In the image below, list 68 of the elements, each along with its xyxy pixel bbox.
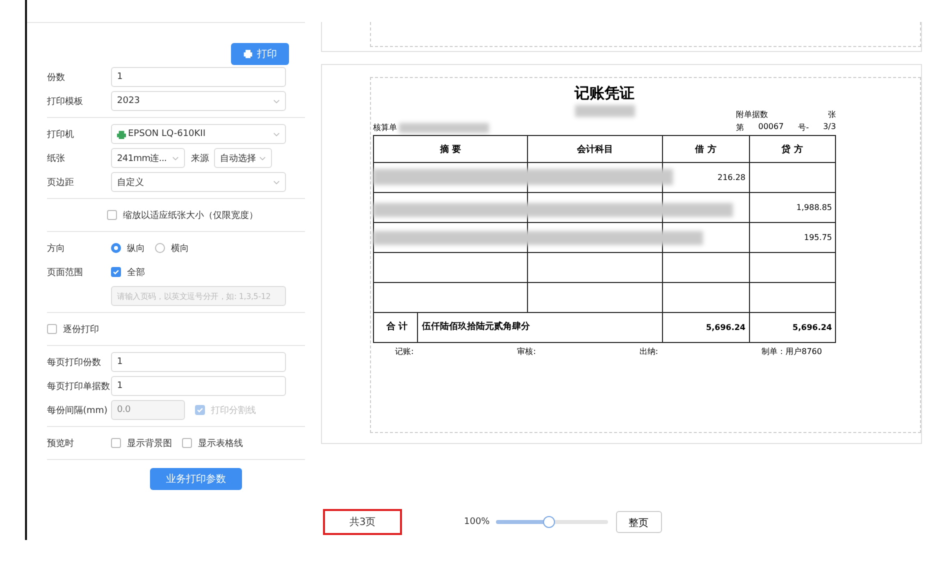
printer-select[interactable]: EPSON LQ-610KII (111, 124, 286, 144)
table-cell: 195.75 (749, 222, 836, 252)
signature-label: 制单：用户8760 (762, 346, 822, 357)
radio-label: 纵向 (127, 242, 145, 254)
paper-select[interactable]: 241mm连... (111, 148, 185, 168)
checkbox-label: 逐份打印 (63, 324, 99, 336)
chevron-icon (273, 180, 280, 184)
field-label: 每页打印单据数 (47, 380, 111, 392)
voucher-title: 记账凭证 (573, 84, 636, 103)
field-label: 预览时 (47, 438, 75, 450)
radio-label: 横向 (171, 242, 189, 254)
voucher-number: 00067 (758, 122, 784, 133)
chevron-icon (273, 98, 280, 104)
signature-label: 审核: (517, 346, 536, 357)
signature-label: 出纳: (639, 346, 658, 357)
column-header: 借 方 (662, 136, 749, 162)
amount-in-words: 伍仟陆佰玖拾陆元贰角肆分 (422, 322, 530, 332)
field-label: 份数 (47, 72, 66, 84)
chevron-icon (259, 156, 266, 160)
unit-label: 核算单 (373, 122, 397, 133)
fit-page-button[interactable]: 整页 (616, 511, 662, 533)
column-header: 摘 要 (374, 136, 528, 162)
field-label: 打印模板 (47, 96, 84, 108)
copies-per-page-input[interactable]: 1 (111, 352, 286, 372)
checkbox-label: 打印分割线 (211, 404, 256, 416)
page-count: 共3页 (323, 509, 402, 535)
checkbox[interactable] (182, 438, 192, 448)
table-cell: 5,696.24 (749, 312, 836, 342)
checkbox-label: 显示表格线 (198, 438, 243, 450)
checkbox[interactable] (47, 324, 57, 334)
source-select[interactable]: 自动选择 (214, 148, 272, 168)
table-cell: 5,696.24 (662, 312, 749, 342)
blurred-area (574, 105, 634, 117)
chevron-icon (172, 156, 179, 160)
field-label: 每页打印份数 (47, 356, 102, 368)
checkbox[interactable] (111, 267, 121, 277)
total-label: 合 计 (377, 313, 418, 342)
zoom-value: 100% (464, 517, 490, 527)
checkbox[interactable] (111, 438, 121, 448)
slider-handle[interactable] (543, 516, 556, 528)
template-select[interactable]: 2023 (111, 91, 286, 111)
column-header: 贷 方 (749, 136, 836, 162)
page-index: 3/3 (823, 122, 836, 133)
radio-button[interactable] (111, 243, 121, 253)
checkbox-label: 显示背景图 (127, 438, 172, 450)
checkbox[interactable] (195, 405, 205, 415)
field-label: 纸张 (47, 152, 66, 164)
margin-select[interactable]: 自定义 (111, 172, 286, 192)
checkbox[interactable] (107, 210, 117, 220)
signature-label: 记账: (395, 346, 414, 357)
field-label: 页边距 (47, 176, 75, 188)
number-suffix: 号- (798, 122, 809, 133)
documents-per-page-input[interactable]: 1 (111, 376, 286, 396)
attachments-label: 附单据数 (736, 109, 768, 120)
chevron-icon (273, 132, 280, 136)
field-label: 每份间隔(mm) (47, 404, 109, 416)
column-header: 会计科目 (528, 136, 662, 162)
table-cell: 1,988.85 (749, 192, 836, 222)
field-label: 页面范围 (47, 266, 84, 278)
checkbox-label: 全部 (127, 266, 145, 278)
field-label: 打印机 (47, 128, 75, 140)
field-label: 来源 (191, 152, 209, 164)
radio-button[interactable] (155, 243, 165, 253)
checkbox-label: 缩放以适应纸张大小（仅限宽度） (123, 210, 258, 222)
copies-input[interactable]: 1 (111, 67, 286, 87)
attachments-unit: 张 (828, 109, 836, 120)
field-label: 方向 (47, 242, 66, 254)
number-prefix: 第 (736, 122, 744, 133)
